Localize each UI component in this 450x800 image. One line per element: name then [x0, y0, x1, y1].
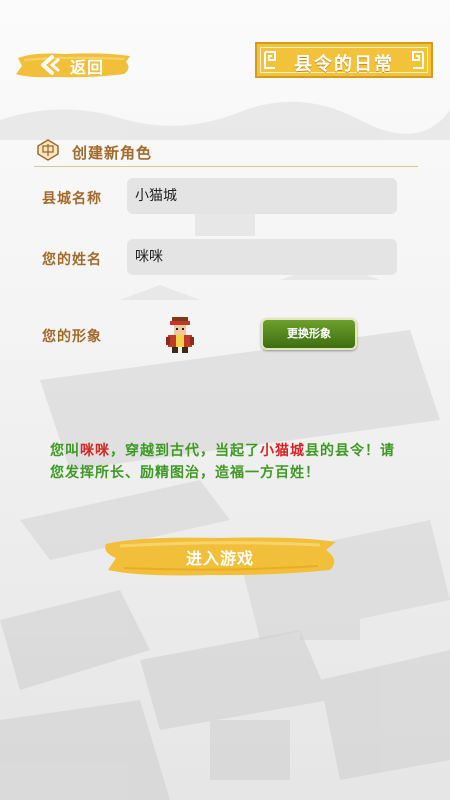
- section-header: 创建新角色: [34, 138, 418, 167]
- player-name-label: 您的姓名: [42, 252, 102, 268]
- game-title: 县令的日常: [294, 54, 394, 75]
- story-text-part2: ，穿越到古代，当起了: [110, 443, 260, 459]
- player-name-input[interactable]: 咪咪: [127, 239, 397, 275]
- city-background-art: [0, 101, 450, 800]
- story-text-part1: 您叫: [50, 443, 80, 459]
- back-button[interactable]: 返回: [14, 50, 132, 80]
- county-name-label: 县城名称: [42, 191, 102, 207]
- enter-game-button[interactable]: 进入游戏: [100, 534, 340, 578]
- section-title: 创建新角色: [72, 144, 153, 162]
- character-avatar: [166, 317, 194, 353]
- county-name-input[interactable]: 小猫城: [127, 178, 397, 214]
- story-intro-text: 您叫咪咪，穿越到古代，当起了小猫城县的县令！请您发挥所长、励精图治，造福一方百姓…: [50, 440, 400, 484]
- story-county-name: 小猫城: [260, 443, 305, 459]
- game-title-plate: 县令的日常: [255, 42, 433, 78]
- back-button-label: 返回: [70, 58, 105, 77]
- story-player-name: 咪咪: [80, 443, 110, 459]
- badge-emblem-icon: [37, 139, 59, 161]
- back-arrow-icon: [41, 55, 60, 75]
- avatar-label: 您的形象: [42, 329, 102, 345]
- change-avatar-button[interactable]: 更换形象: [261, 318, 357, 350]
- enter-game-label: 进入游戏: [185, 549, 254, 568]
